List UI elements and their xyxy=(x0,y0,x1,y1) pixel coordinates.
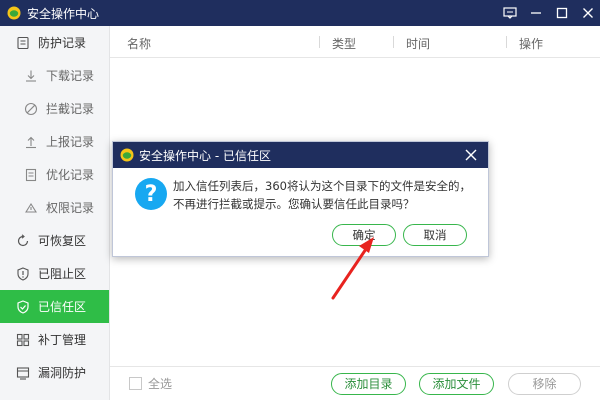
close-button[interactable] xyxy=(576,0,600,26)
column-separator xyxy=(506,36,507,48)
close-icon xyxy=(583,8,593,18)
document-icon xyxy=(24,168,38,182)
dialog-body: ? 加入信任列表后，360将认为这个目录下的文件是安全的，不再进行拦截或提示。您… xyxy=(113,168,488,258)
add-file-button[interactable]: 添加文件 xyxy=(419,372,494,395)
footer-bar: 全选 添加目录 添加文件 移除 xyxy=(110,366,600,400)
minimize-button[interactable] xyxy=(524,0,548,26)
sidebar-item-protection-records[interactable]: 防护记录 xyxy=(0,26,109,59)
patch-icon xyxy=(16,333,30,347)
sidebar-item-label: 可恢复区 xyxy=(38,234,87,248)
column-header-name[interactable]: 名称 xyxy=(127,35,151,52)
restore-icon xyxy=(16,233,30,248)
column-header-type[interactable]: 类型 xyxy=(332,35,356,52)
upload-icon xyxy=(24,135,38,149)
sidebar-item-patch-management[interactable]: 补丁管理 xyxy=(0,323,109,356)
sidebar-item-permission-records[interactable]: 权限记录 xyxy=(0,191,109,224)
sidebar-item-blocked[interactable]: 已阻止区 xyxy=(0,257,109,290)
shield-alert-icon xyxy=(16,266,30,281)
sidebar-item-label: 防护记录 xyxy=(38,36,87,50)
block-icon xyxy=(24,102,38,116)
confirm-button[interactable]: 确定 xyxy=(332,224,396,246)
app-logo-icon xyxy=(7,6,21,20)
sidebar-item-report-records[interactable]: 上报记录 xyxy=(0,125,109,158)
sidebar-item-trusted[interactable]: 已信任区 xyxy=(0,290,109,323)
dialog-title-bar: 安全操作中心 - 已信任区 xyxy=(113,142,488,168)
sidebar-item-label: 上报记录 xyxy=(46,135,95,149)
add-directory-button[interactable]: 添加目录 xyxy=(331,372,406,395)
sidebar-item-vulnerability-protection[interactable]: 漏洞防护 xyxy=(0,356,109,389)
sidebar-item-recoverable[interactable]: 可恢复区 xyxy=(0,224,109,257)
shield-check-icon xyxy=(16,299,30,314)
select-all-checkbox[interactable] xyxy=(129,377,142,390)
sidebar-item-label: 漏洞防护 xyxy=(38,366,87,380)
column-header-time[interactable]: 时间 xyxy=(406,35,430,52)
feedback-icon xyxy=(503,7,517,19)
sidebar-item-label: 已阻止区 xyxy=(38,267,87,281)
sidebar-item-optimize-records[interactable]: 优化记录 xyxy=(0,158,109,191)
sidebar-item-label: 权限记录 xyxy=(46,201,95,215)
app-logo-icon xyxy=(120,148,134,162)
shield-record-icon xyxy=(16,36,30,50)
column-separator xyxy=(393,36,394,48)
cancel-button[interactable]: 取消 xyxy=(403,224,467,246)
trust-confirm-dialog: 安全操作中心 - 已信任区 ? 加入信任列表后，360将认为这个目录下的文件是安… xyxy=(112,141,489,257)
sidebar-item-block-records[interactable]: 拦截记录 xyxy=(0,92,109,125)
bug-shield-icon xyxy=(16,366,30,380)
sidebar-item-label: 已信任区 xyxy=(38,300,87,314)
maximize-icon xyxy=(556,7,568,19)
download-icon xyxy=(24,69,38,83)
sidebar-item-label: 优化记录 xyxy=(46,168,95,182)
minimize-icon xyxy=(531,12,541,14)
column-separator xyxy=(319,36,320,48)
window-title: 安全操作中心 xyxy=(27,6,100,21)
sidebar-item-label: 下载记录 xyxy=(46,69,95,83)
table-header: 名称 类型 时间 操作 xyxy=(110,26,600,58)
dialog-message: 加入信任列表后，360将认为这个目录下的文件是安全的，不再进行拦截或提示。您确认… xyxy=(173,179,471,211)
remove-button[interactable]: 移除 xyxy=(508,372,581,395)
sidebar-item-label: 拦截记录 xyxy=(46,102,95,116)
question-icon: ? xyxy=(135,178,167,210)
maximize-button[interactable] xyxy=(550,0,574,26)
permission-icon xyxy=(24,201,38,215)
select-all-label: 全选 xyxy=(148,377,173,391)
sidebar: 防护记录 下载记录 拦截记录 上报记录 优化记录 权限记录 可恢复区 已阻止区 … xyxy=(0,26,110,400)
column-header-action[interactable]: 操作 xyxy=(519,35,543,52)
dialog-title: 安全操作中心 - 已信任区 xyxy=(139,148,271,163)
feedback-button[interactable] xyxy=(498,0,522,26)
sidebar-item-download-records[interactable]: 下载记录 xyxy=(0,59,109,92)
title-bar: 安全操作中心 xyxy=(0,0,600,26)
sidebar-item-label: 补丁管理 xyxy=(38,333,87,347)
dialog-close-icon[interactable] xyxy=(464,148,478,162)
